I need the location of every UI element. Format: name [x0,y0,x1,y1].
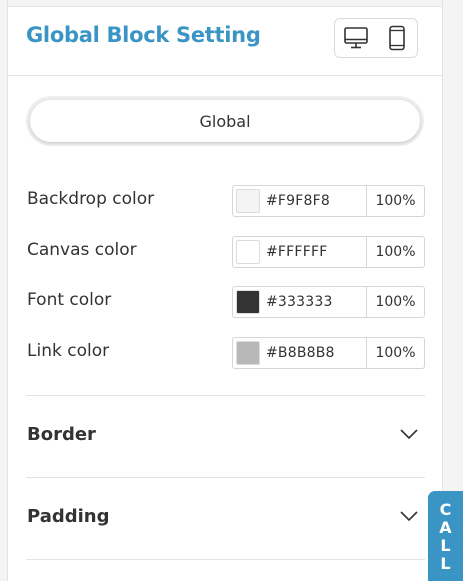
call-button[interactable]: C A L L [428,491,463,581]
next-section-divider [26,559,425,581]
color-swatch[interactable] [236,189,260,213]
chevron-down-icon [400,511,418,522]
color-picker: #333333 100% [232,286,425,318]
desktop-icon [343,27,368,49]
color-picker: #F9F8F8 100% [232,185,425,217]
section-title: Padding [27,506,110,527]
panel-title: Global Block Setting [26,23,261,47]
canvas-color-row: Canvas color #FFFFFF 100% [26,236,425,268]
left-panel-edge [0,0,8,581]
desktop-view-button[interactable] [339,21,373,55]
font-color-row: Font color #333333 100% [26,286,425,318]
hex-value-input[interactable]: #F9F8F8 [266,193,330,209]
section-title: Border [27,424,96,445]
call-letter: L [440,554,451,573]
color-label: Font color [27,290,112,310]
mobile-icon [388,25,405,51]
backdrop-color-row: Backdrop color #F9F8F8 100% [26,185,425,217]
call-letter: L [440,536,451,555]
opacity-input[interactable]: 100% [367,338,424,368]
border-section-header[interactable]: Border [26,395,425,477]
color-label: Backdrop color [27,189,155,209]
link-color-row: Link color #B8B8B8 100% [26,337,425,369]
chevron-down-icon [400,429,418,440]
hex-value-input[interactable]: #333333 [266,294,333,310]
color-swatch[interactable] [236,341,260,365]
mobile-view-button[interactable] [380,21,414,55]
padding-section-header[interactable]: Padding [26,477,425,559]
opacity-input[interactable]: 100% [367,186,424,216]
tab-global[interactable]: Global [30,100,420,142]
color-swatch[interactable] [236,240,260,264]
opacity-input[interactable]: 100% [367,237,424,267]
top-edge [8,0,442,7]
color-swatch[interactable] [236,290,260,314]
color-picker: #B8B8B8 100% [232,337,425,369]
color-label: Link color [27,341,110,361]
call-letter: C [439,500,452,519]
hex-value-input[interactable]: #B8B8B8 [266,345,335,361]
opacity-input[interactable]: 100% [367,287,424,317]
scope-selector: Global [26,96,424,146]
call-letter: A [439,518,452,537]
panel-header: Global Block Setting [8,7,442,76]
color-label: Canvas color [27,240,137,260]
device-toggle [334,18,418,58]
hex-value-input[interactable]: #FFFFFF [266,244,327,260]
color-picker: #FFFFFF 100% [232,236,425,268]
